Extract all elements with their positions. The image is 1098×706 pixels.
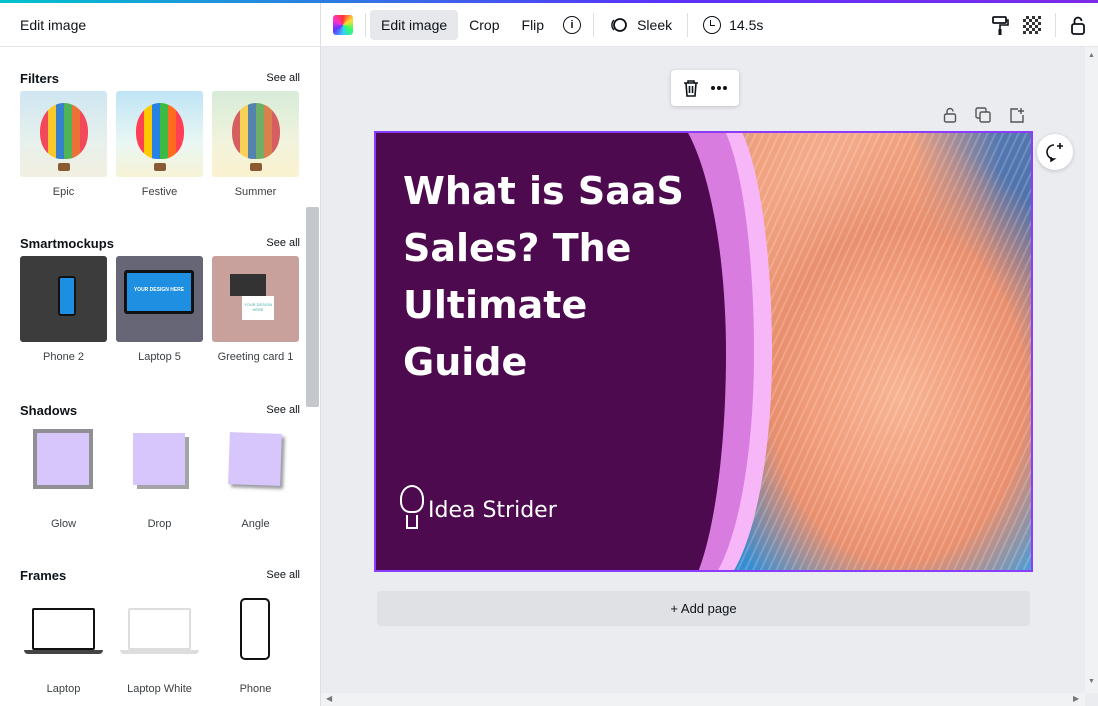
animate-button[interactable]: Sleek	[598, 10, 683, 40]
shadow-glow[interactable]: Glow	[20, 423, 107, 530]
mockup-phone-preview	[20, 256, 107, 342]
filters-title: Filters	[20, 70, 60, 86]
filter-festive-preview	[116, 91, 203, 177]
mockup-laptop-preview: YOUR DESIGN HERE	[116, 256, 203, 342]
frames-section: Frames See all Laptop Laptop White Phone	[20, 565, 300, 696]
shadow-label: Drop	[147, 518, 172, 530]
panel-body: Filters See all Epic Festive Summer Smar…	[0, 48, 305, 706]
smartmockups-see-all-link[interactable]: See all	[266, 237, 300, 249]
mockup-label: Greeting card 1	[217, 351, 294, 363]
info-icon-glyph: i	[570, 18, 574, 31]
design-page[interactable]: What is SaaS Sales? The Ultimate Guide I…	[374, 131, 1033, 572]
color-picker-icon[interactable]	[333, 14, 353, 35]
filter-epic-preview	[20, 91, 107, 177]
shadow-label: Angle	[241, 518, 270, 530]
transparency-icon[interactable]	[1023, 16, 1041, 34]
paint-roller-icon[interactable]	[991, 15, 1009, 35]
element-context-menu	[671, 70, 739, 106]
frame-phone[interactable]: Phone	[212, 588, 299, 695]
page-tools	[943, 107, 1025, 123]
edit-image-button[interactable]: Edit image	[370, 9, 459, 40]
panel-title: Edit image	[0, 3, 320, 47]
mockup-placeholder-text: YOUR DESIGN HERE	[242, 296, 274, 320]
lock-icon[interactable]	[1070, 15, 1086, 35]
design-heading[interactable]: What is SaaS Sales? The Ultimate Guide	[403, 163, 703, 391]
toolbar-divider	[1055, 13, 1056, 37]
add-page-button[interactable]: + Add page	[377, 591, 1030, 626]
filter-label: Festive	[141, 186, 178, 198]
filter-epic[interactable]: Epic	[20, 91, 107, 198]
crop-button[interactable]: Crop	[458, 10, 510, 40]
shadow-label: Glow	[50, 518, 77, 530]
trash-icon[interactable]	[683, 79, 699, 97]
canvas-area: What is SaaS Sales? The Ultimate Guide I…	[321, 47, 1085, 693]
toolbar-divider	[687, 12, 689, 37]
canvas-vertical-scrollbar[interactable]	[1085, 47, 1098, 693]
toolbar-divider	[593, 12, 595, 37]
filter-summer[interactable]: Summer	[212, 91, 299, 198]
mockup-card-preview: YOUR DESIGN HERE	[212, 256, 299, 342]
flip-button[interactable]: Flip	[511, 10, 556, 40]
scroll-down-arrow-icon[interactable]: ▼	[1088, 678, 1095, 685]
mockup-label: Laptop 5	[138, 351, 181, 363]
duplicate-page-icon[interactable]	[975, 107, 991, 123]
mockup-laptop-5[interactable]: YOUR DESIGN HERE Laptop 5	[116, 256, 203, 363]
info-icon[interactable]: i	[563, 15, 582, 34]
frame-laptop-white[interactable]: Laptop White	[116, 588, 203, 695]
mockup-greeting-card-1[interactable]: YOUR DESIGN HERE Greeting card 1	[212, 256, 299, 363]
shadows-see-all-link[interactable]: See all	[266, 404, 300, 416]
frame-laptop[interactable]: Laptop	[20, 588, 107, 695]
animation-icon	[611, 17, 627, 32]
lightbulb-icon	[400, 485, 424, 535]
frame-label: Laptop	[46, 683, 81, 695]
duration-button[interactable]: 14.5s	[692, 10, 774, 40]
shadow-drop[interactable]: Drop	[116, 423, 203, 530]
duration-label: 14.5s	[729, 16, 764, 33]
shadows-title: Shadows	[20, 402, 78, 418]
toolbar-divider	[365, 12, 366, 37]
page-lock-icon[interactable]	[943, 107, 957, 123]
shadow-angle[interactable]: Angle	[212, 423, 299, 530]
smartmockups-section: Smartmockups See all Phone 2 YOUR DESIGN…	[20, 233, 300, 363]
frame-label: Laptop White	[127, 683, 192, 695]
scroll-right-arrow-icon[interactable]: ▶	[1073, 694, 1079, 703]
filter-label: Epic	[52, 186, 75, 198]
add-page-icon[interactable]	[1009, 107, 1025, 123]
brand-logo[interactable]: Idea Strider	[400, 485, 557, 535]
edit-image-panel: Edit image Filters See all Epic Festive …	[0, 3, 321, 706]
scroll-left-arrow-icon[interactable]: ◀	[326, 694, 332, 703]
editor-toolbar: Edit image Crop Flip i Sleek 14.5s	[321, 3, 1098, 47]
frame-label: Phone	[239, 683, 272, 695]
animation-label: Sleek	[637, 16, 673, 33]
filter-summer-preview	[212, 91, 299, 177]
mockup-placeholder-text: YOUR DESIGN HERE	[124, 270, 194, 314]
filter-label: Summer	[234, 186, 277, 198]
canvas-horizontal-scrollbar[interactable]	[321, 693, 1085, 706]
more-options-icon[interactable]	[710, 85, 728, 91]
filters-section: Filters See all Epic Festive Summer	[20, 68, 300, 198]
scroll-up-arrow-icon[interactable]: ▲	[1088, 52, 1095, 59]
mockup-phone-2[interactable]: Phone 2	[20, 256, 107, 363]
frames-title: Frames	[20, 567, 67, 583]
comment-plus-icon	[1046, 143, 1063, 162]
add-comment-button[interactable]	[1037, 134, 1073, 170]
clock-icon	[703, 15, 722, 34]
filter-festive[interactable]: Festive	[116, 91, 203, 198]
brand-name: Idea Strider	[428, 497, 557, 523]
smartmockups-title: Smartmockups	[20, 235, 114, 251]
filters-see-all-link[interactable]: See all	[266, 72, 300, 84]
shadows-section: Shadows See all Glow Drop Angle	[20, 400, 300, 531]
panel-scrollbar-thumb[interactable]	[306, 207, 319, 407]
frames-see-all-link[interactable]: See all	[266, 569, 300, 581]
mockup-label: Phone 2	[43, 351, 84, 363]
